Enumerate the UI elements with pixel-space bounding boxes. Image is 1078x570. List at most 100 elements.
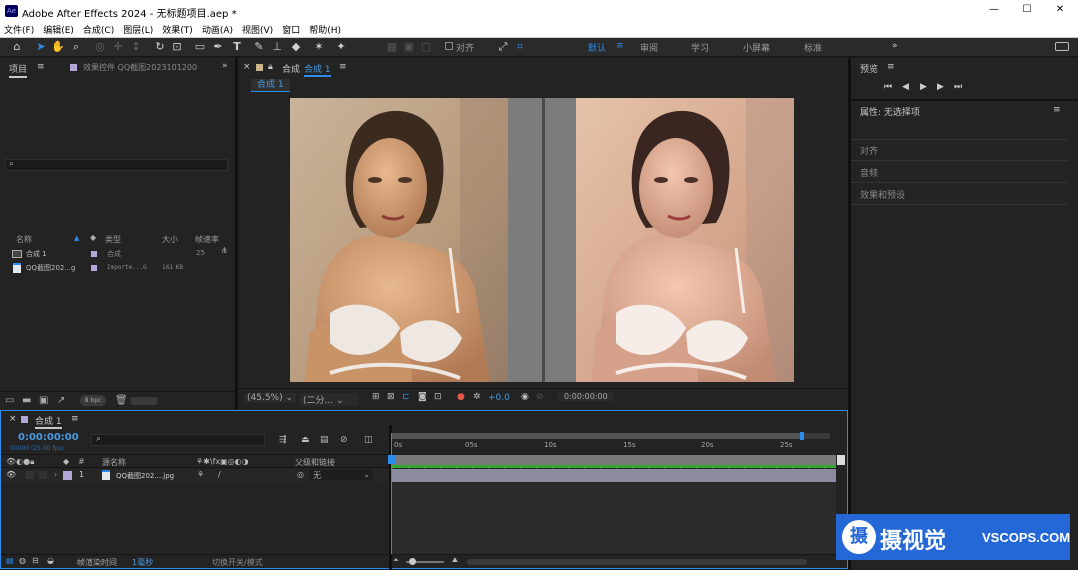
next-frame-icon[interactable]: ▶ bbox=[937, 82, 944, 92]
layer-switches-icon[interactable]: ▤ bbox=[6, 556, 14, 565]
column-type[interactable]: 类型 bbox=[105, 234, 121, 245]
exposure-reset-icon[interactable]: ✲ bbox=[473, 392, 481, 402]
preview-menu-icon[interactable]: ≡ bbox=[887, 62, 895, 72]
zoom-out-icon[interactable]: ⏶ bbox=[393, 556, 399, 565]
workspace-default[interactable]: 默认 bbox=[588, 41, 606, 54]
show-channel-icon[interactable]: ● bbox=[457, 392, 465, 402]
workspace-menu-icon[interactable]: ≡ bbox=[616, 41, 624, 51]
thumbnail-slider[interactable] bbox=[130, 397, 158, 405]
layer-name[interactable]: QQ截图202....jpg bbox=[116, 471, 174, 481]
menu-edit[interactable]: 编辑(E) bbox=[43, 23, 74, 36]
search-help-icon[interactable] bbox=[1055, 42, 1069, 51]
work-area-end-handle[interactable] bbox=[800, 432, 804, 440]
move-tool-icon[interactable]: ✛ bbox=[111, 40, 125, 54]
timeline-menu-icon[interactable]: ≡ bbox=[71, 414, 79, 424]
layer-row[interactable]: 👁 › 1 QQ截图202....jpg ⚘ / ◎ 无 ⌄ bbox=[1, 469, 391, 482]
column-name[interactable]: 名称 bbox=[16, 234, 32, 245]
zoom-tool-icon[interactable]: ⌕ bbox=[69, 40, 83, 54]
snap-icon[interactable]: ⤢ bbox=[496, 40, 510, 54]
first-frame-icon[interactable]: ⏮ bbox=[884, 82, 892, 92]
puppet-tool-icon[interactable]: ✦ bbox=[334, 40, 348, 54]
new-composition-icon[interactable]: ▣ bbox=[39, 395, 48, 406]
zoom-dropdown[interactable]: (45.5%) ⌄ bbox=[244, 393, 297, 403]
show-snapshot-icon[interactable]: ⊘ bbox=[536, 392, 544, 402]
brush-tool-icon[interactable]: ✎ bbox=[252, 40, 266, 54]
project-tab[interactable]: 项目 bbox=[9, 62, 28, 78]
align-section[interactable]: 对齐 bbox=[860, 144, 878, 157]
effects-controls-tab[interactable]: 效果控件 QQ截图2023101200 bbox=[83, 62, 205, 73]
project-row-comp[interactable]: 合成 1 合成 25 bbox=[12, 249, 222, 260]
visibility-eye-icon[interactable]: 👁 bbox=[6, 470, 16, 479]
label-column-icon[interactable]: ◆ bbox=[63, 457, 69, 466]
roto-brush-tool-icon[interactable]: ✶ bbox=[312, 40, 326, 54]
dolly-tool-icon[interactable]: ↕ bbox=[129, 40, 143, 54]
snap-grid-icon[interactable]: ⌗ bbox=[513, 40, 527, 54]
region-of-interest-icon[interactable]: ⊏ bbox=[402, 392, 410, 402]
more-workspaces-icon[interactable]: » bbox=[892, 41, 898, 51]
effects-presets-section[interactable]: 效果和预设 bbox=[860, 188, 905, 201]
sort-ascending-icon[interactable]: ▲ bbox=[74, 234, 79, 242]
layer-duration-bar[interactable] bbox=[392, 469, 836, 482]
menu-window[interactable]: 窗口 bbox=[282, 23, 300, 36]
menu-layer[interactable]: 图层(L) bbox=[123, 23, 153, 36]
interpret-footage-icon[interactable]: ▭ bbox=[5, 395, 14, 406]
timeline-empty-area[interactable] bbox=[392, 482, 836, 554]
type-tool-icon[interactable]: T bbox=[230, 40, 244, 54]
previous-frame-icon[interactable]: ◀ bbox=[902, 82, 909, 92]
new-folder-icon[interactable]: ▬ bbox=[22, 395, 31, 406]
menu-file[interactable]: 文件(F) bbox=[4, 23, 34, 36]
hand-tool-icon[interactable]: ✋ bbox=[51, 40, 65, 54]
last-frame-icon[interactable]: ⏭ bbox=[954, 82, 962, 92]
resolution-dropdown[interactable]: (二分... ⌄ bbox=[300, 393, 358, 406]
timeline-search-input[interactable]: ⌕ bbox=[91, 434, 265, 446]
lock-icon[interactable]: 🔒︎ bbox=[268, 62, 273, 72]
workspace-learn[interactable]: 学习 bbox=[691, 41, 709, 54]
zoom-in-icon[interactable]: ⛰ bbox=[452, 556, 458, 565]
audio-section[interactable]: 音频 bbox=[860, 166, 878, 179]
pen-tool-icon[interactable]: ✒ bbox=[211, 40, 225, 54]
rotate-tool-icon[interactable]: ↻ bbox=[153, 40, 167, 54]
trash-icon[interactable]: 🗑 bbox=[115, 395, 128, 406]
comp-viewer[interactable] bbox=[290, 98, 794, 382]
toggle-mask-icon[interactable]: ◙ bbox=[418, 392, 427, 402]
flowchart-icon[interactable]: ⋔ bbox=[221, 246, 228, 255]
fast-previews-icon[interactable]: ⊞ bbox=[372, 392, 380, 402]
composition-menu-icon[interactable]: ≡ bbox=[339, 62, 347, 72]
project-menu-icon[interactable]: ≡ bbox=[37, 62, 45, 72]
shy-layers-icon[interactable]: ▤ bbox=[320, 435, 329, 445]
viewer-timecode[interactable]: 0:00:00:00 bbox=[558, 392, 614, 401]
minimize-button[interactable]: — bbox=[986, 4, 1002, 15]
render-time-icon[interactable]: ◒ bbox=[47, 556, 54, 565]
pan-behind-tool-icon[interactable]: ⊡ bbox=[170, 40, 184, 54]
quality-switch-icon[interactable]: / bbox=[218, 470, 221, 479]
layer-label-swatch[interactable] bbox=[63, 471, 72, 480]
solo-toggle[interactable] bbox=[26, 471, 34, 479]
pickwhip-icon[interactable]: ◎ bbox=[297, 470, 304, 479]
column-fps[interactable]: 帧速率 bbox=[195, 234, 219, 245]
in-out-icon[interactable]: ⊟ bbox=[32, 556, 39, 565]
menu-composition[interactable]: 合成(C) bbox=[83, 23, 114, 36]
zoom-slider-thumb[interactable] bbox=[409, 558, 416, 565]
bit-depth-button[interactable]: 8 bpc bbox=[80, 395, 106, 406]
comp-breadcrumb-tab[interactable]: 合成 1 bbox=[251, 79, 290, 92]
timeline-scrollbar[interactable] bbox=[467, 559, 807, 565]
panel-overflow-icon[interactable]: » bbox=[222, 61, 228, 71]
properties-menu-icon[interactable]: ≡ bbox=[1053, 105, 1061, 115]
lock-toggle[interactable] bbox=[39, 471, 47, 479]
play-icon[interactable]: ▶ bbox=[920, 82, 927, 92]
selection-tool-icon[interactable]: ➤ bbox=[34, 40, 48, 54]
close-tab-icon[interactable]: × bbox=[243, 62, 251, 72]
adjust-settings-icon[interactable]: ↗ bbox=[57, 395, 65, 406]
local-axis-icon[interactable]: ▦ bbox=[385, 40, 399, 54]
workspace-review[interactable]: 审阅 bbox=[640, 41, 658, 54]
modes-icon[interactable]: ◍ bbox=[19, 556, 26, 565]
orbit-tool-icon[interactable]: ◎ bbox=[93, 40, 107, 54]
comp-mini-flowchart-icon[interactable]: ⇶ bbox=[279, 435, 287, 445]
project-search-input[interactable]: ⌕ bbox=[5, 159, 228, 171]
menu-help[interactable]: 帮助(H) bbox=[309, 23, 341, 36]
av-switches-icon[interactable]: 👁◐●🔒︎ bbox=[6, 457, 34, 467]
align-checkbox[interactable] bbox=[445, 42, 453, 50]
graph-editor-icon[interactable]: ◫ bbox=[364, 435, 373, 445]
workspace-standard[interactable]: 标准 bbox=[804, 41, 822, 54]
view-options-icon[interactable]: ⊡ bbox=[434, 392, 442, 402]
